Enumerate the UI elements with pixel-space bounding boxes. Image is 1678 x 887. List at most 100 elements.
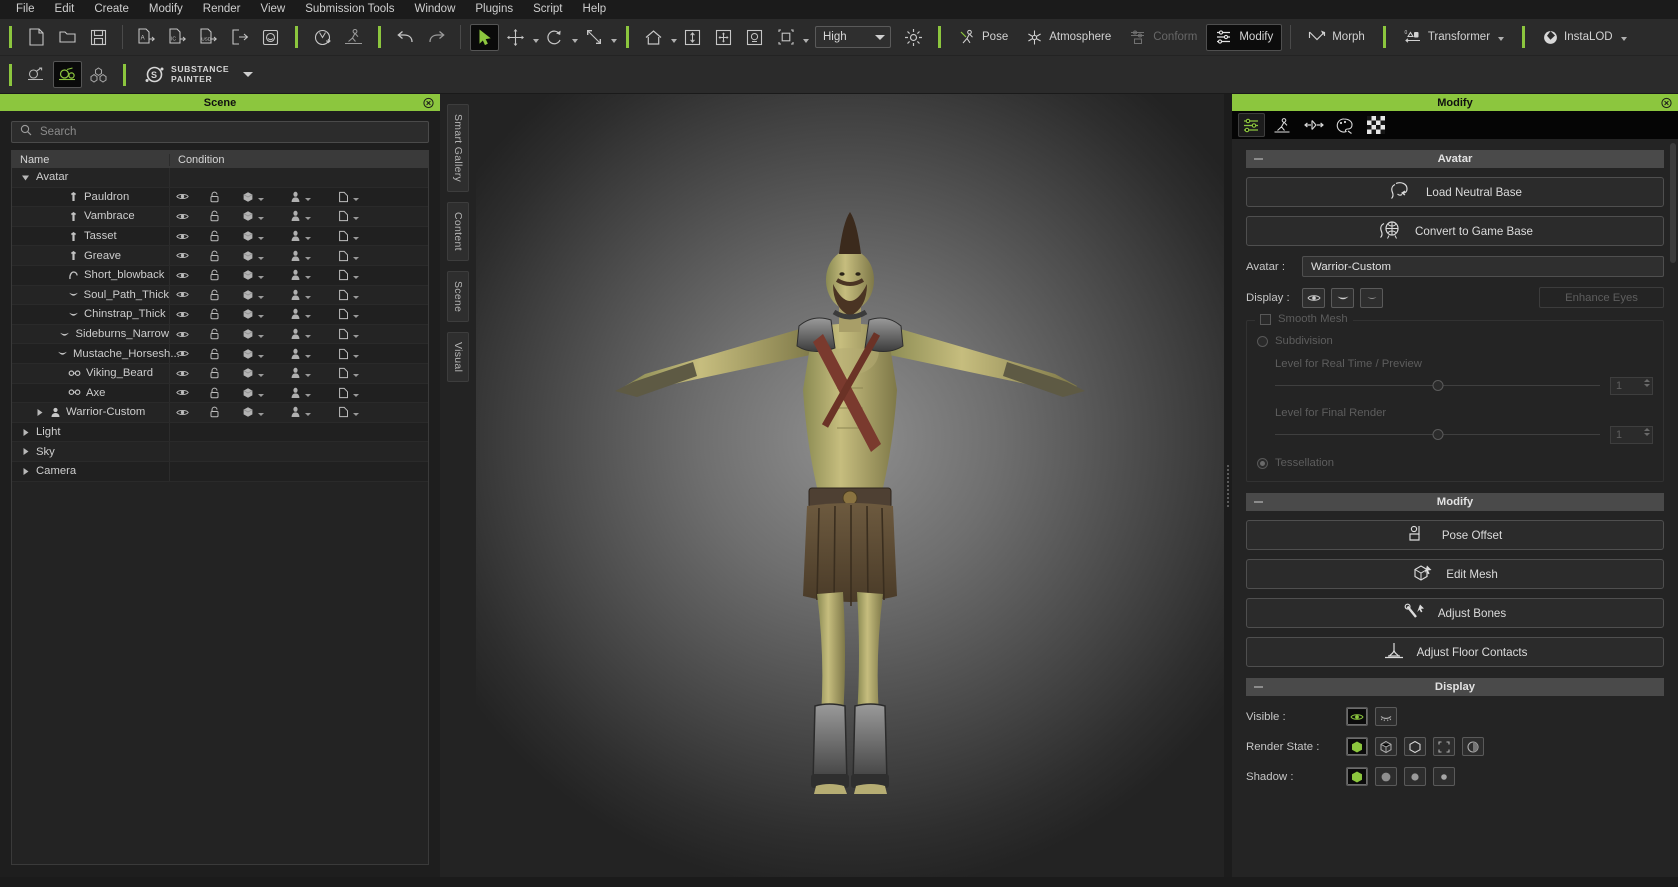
material-state-icon[interactable] [290,230,338,242]
visibility-toggle-icon[interactable] [176,251,209,260]
chevron-down-icon[interactable] [353,256,359,260]
shape-state-icon[interactable] [338,406,386,418]
shape-state-icon[interactable] [338,210,386,222]
avatar-character[interactable] [585,176,1115,796]
material-state-icon[interactable] [290,191,338,203]
lock-toggle-icon[interactable] [209,367,242,379]
close-icon-modify[interactable] [1661,97,1672,108]
mesh-sculpt-icon[interactable] [53,61,82,88]
chevron-down-icon[interactable] [305,335,311,339]
render-box-icon[interactable] [1433,737,1455,756]
tessellation-radio[interactable] [1257,457,1268,469]
redo-icon[interactable] [422,24,451,51]
render-shaded-icon[interactable] [1462,737,1484,756]
frame-selection-icon[interactable] [740,24,769,51]
panel-scrollbar[interactable] [1670,143,1676,263]
visibility-toggle-icon[interactable] [176,369,209,378]
table-row[interactable]: Axe [12,383,428,404]
shape-state-icon[interactable] [338,191,386,203]
table-row[interactable]: Mustache_Horsesh... [12,344,428,364]
import-ic-icon[interactable]: IC [163,24,192,51]
table-row[interactable]: Sideburns_Narrow [12,324,428,345]
scale-tool-caret[interactable] [611,38,617,43]
bounding-box-icon[interactable] [771,24,800,51]
lock-toggle-icon[interactable] [209,348,242,360]
collapsed-triangle[interactable] [34,408,45,417]
material-state-icon[interactable] [290,289,338,301]
visible-off-icon[interactable] [1375,707,1397,726]
scale-tool-icon[interactable] [579,24,608,51]
menu-item-plugins[interactable]: Plugins [465,0,523,19]
transformer-button[interactable]: 0 Transformer [1395,24,1513,51]
tree-item-name[interactable]: Greave [12,246,170,265]
pose-offset-button[interactable]: Pose Offset [1246,520,1664,550]
move-tool-caret[interactable] [533,38,539,43]
mesh-state-icon[interactable] [242,308,290,320]
smooth-mesh-checkbox[interactable] [1260,313,1271,325]
modify-button[interactable]: Modify [1206,23,1283,51]
chevron-down-icon[interactable] [258,256,264,260]
load-neutral-base-button[interactable]: Load Neutral Base [1246,177,1664,207]
chevron-down-icon[interactable] [305,197,311,201]
chevron-down-icon[interactable] [305,413,311,417]
menu-item-help[interactable]: Help [573,0,617,19]
visibility-toggle-icon[interactable] [176,271,209,280]
chevron-down-icon[interactable] [258,237,264,241]
lock-toggle-icon[interactable] [209,387,242,399]
shadow-on-icon[interactable] [1346,767,1368,786]
tree-item-name[interactable]: Mustache_Horsesh... [12,344,180,363]
pose-button[interactable]: Pose [950,24,1017,51]
expanded-triangle[interactable] [20,173,31,182]
chevron-down-icon[interactable] [258,197,264,201]
tree-item-name[interactable]: Axe [12,383,170,403]
shape-state-icon[interactable] [338,328,386,340]
chevron-down-icon[interactable] [305,276,311,280]
level-final-spinner[interactable]: 1 [1610,426,1653,444]
table-row[interactable]: Sky [12,442,428,462]
slider-knob-2[interactable] [1432,429,1443,440]
collapse-icon-avatar[interactable] [1254,158,1263,160]
menu-item-render[interactable]: Render [193,0,251,19]
spinner-arrows[interactable] [1644,379,1650,387]
chevron-down-icon[interactable] [258,315,264,319]
table-row[interactable]: Chinstrap_Thick [12,305,428,325]
material-state-icon[interactable] [290,328,338,340]
tree-item-name[interactable]: Camera [12,461,170,481]
table-row[interactable]: Light [12,422,428,443]
pose-figure-icon[interactable] [339,24,368,51]
visibility-toggle-icon[interactable] [176,310,209,319]
table-row[interactable]: Short_blowback [12,265,428,286]
mesh-state-icon[interactable] [242,289,290,301]
pose-tab-icon[interactable] [1269,113,1296,137]
slider-knob[interactable] [1432,380,1443,391]
select-tool-icon[interactable] [470,23,499,51]
shape-state-icon[interactable] [338,348,386,360]
table-row[interactable]: Greave [12,246,428,266]
menu-item-window[interactable]: Window [404,0,465,19]
shadow-medium-icon[interactable] [1404,767,1426,786]
edit-mesh-button[interactable]: Edit Mesh [1246,559,1664,589]
modify-section-header[interactable]: Modify [1246,493,1664,511]
lock-toggle-icon[interactable] [209,250,242,262]
table-row[interactable]: Tasset [12,226,428,247]
avatar-name-field[interactable]: Warrior-Custom [1302,256,1664,277]
collapsed-triangle[interactable] [20,428,31,437]
chevron-down-icon[interactable] [258,276,264,280]
visibility-toggle-icon[interactable] [176,232,209,241]
menu-item-modify[interactable]: Modify [139,0,193,19]
collapsed-triangle[interactable] [20,447,31,456]
subdivision-radio[interactable] [1257,335,1268,347]
open-project-icon[interactable] [53,24,82,51]
menu-item-create[interactable]: Create [84,0,139,19]
chevron-down-icon[interactable] [305,393,311,397]
material-state-icon[interactable] [290,269,338,281]
light-toggle-icon[interactable] [899,24,928,51]
chevron-down-icon[interactable] [305,217,311,221]
mesh-state-icon[interactable] [242,367,290,379]
shape-state-icon[interactable] [338,367,386,379]
mesh-state-icon[interactable] [242,387,290,399]
spinner-down-icon[interactable] [1644,384,1650,387]
material-tab-icon[interactable] [1331,113,1358,137]
reload-avatar-icon[interactable] [308,24,337,51]
mesh-state-icon[interactable] [242,328,290,340]
